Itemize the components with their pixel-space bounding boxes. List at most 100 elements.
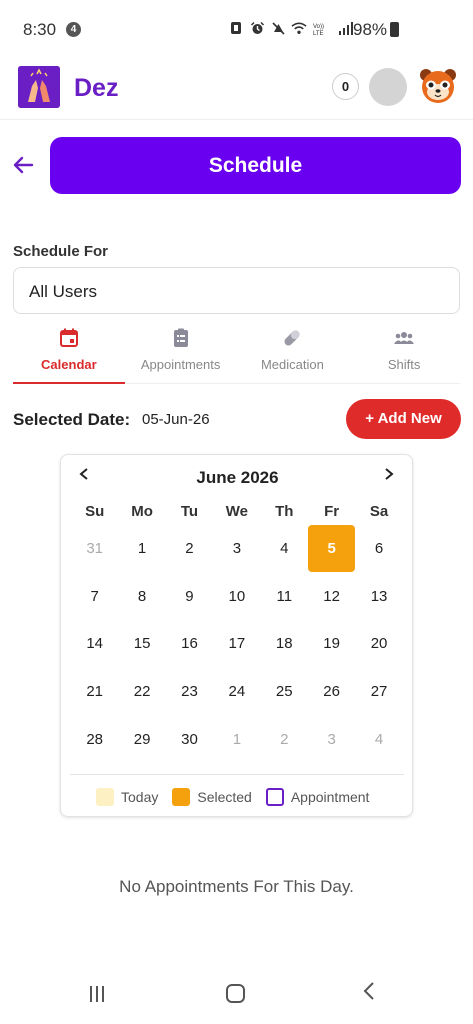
calendar-divider: [70, 774, 404, 775]
user-avatar[interactable]: [369, 68, 407, 106]
calendar-day[interactable]: 15: [118, 620, 165, 668]
calendar-day[interactable]: 22: [118, 668, 165, 716]
selected-date-label: Selected Date:: [13, 410, 131, 429]
calendar-day[interactable]: 21: [71, 668, 118, 716]
legend-label: Appointment: [290, 789, 370, 805]
tab-medication[interactable]: Medication: [237, 322, 349, 383]
calendar-day[interactable]: 16: [166, 620, 213, 668]
chevron-right-icon: [385, 468, 394, 480]
chevron-left-icon: [363, 982, 374, 1000]
calendar-day[interactable]: 20: [355, 620, 402, 668]
legend-item: Selected: [172, 788, 252, 806]
arrow-left-icon: [13, 156, 34, 174]
tab-label: Medication: [260, 357, 324, 372]
group-icon: [394, 332, 415, 344]
calendar-day[interactable]: 24: [213, 668, 260, 716]
weekday-label: We: [225, 503, 248, 520]
svg-text:LTE: LTE: [313, 31, 324, 36]
weekday-label: Tu: [180, 503, 199, 520]
notification-count-badge: 4: [66, 22, 81, 37]
tab-label: Appointments: [140, 357, 221, 372]
calendar-day[interactable]: 11: [261, 573, 308, 621]
calendar-day[interactable]: 1: [118, 525, 165, 573]
app-header: Dez 0: [0, 60, 473, 120]
calendar-day-selected[interactable]: 5: [308, 525, 356, 573]
empty-state-message: No Appointments For This Day.: [119, 877, 354, 896]
wifi-icon: [291, 20, 307, 36]
weekday-label: Su: [85, 503, 105, 520]
home-button[interactable]: [226, 984, 245, 1003]
calendar-day[interactable]: 19: [308, 620, 355, 668]
count-badge[interactable]: 0: [332, 73, 359, 100]
calendar-icon: [59, 328, 78, 347]
calendar-day[interactable]: 6: [355, 525, 402, 573]
calendar-day[interactable]: 3: [308, 715, 355, 763]
tab-appointments[interactable]: Appointments: [125, 322, 237, 383]
calendar-weekdays: Su Mo Tu We Th Fr Sa: [71, 503, 403, 520]
page-title: Schedule: [50, 137, 461, 194]
calendar-day[interactable]: 14: [71, 620, 118, 668]
next-month-button[interactable]: [383, 465, 395, 486]
calendar-day[interactable]: 25: [261, 668, 308, 716]
tab-calendar[interactable]: Calendar: [13, 322, 125, 384]
status-bar: 8:30 4 Vo)) LTE 98%: [0, 0, 473, 60]
calendar-day[interactable]: 7: [71, 573, 118, 621]
calendar-day[interactable]: 28: [71, 715, 118, 763]
battery-saver-icon: [228, 20, 244, 36]
schedule-for-select[interactable]: All Users: [13, 267, 460, 314]
legend-item: Today: [96, 788, 158, 806]
calendar-day[interactable]: 31: [71, 525, 118, 573]
tab-shifts[interactable]: Shifts: [348, 322, 460, 383]
calendar-day[interactable]: 9: [166, 573, 213, 621]
add-new-button[interactable]: + Add New: [346, 399, 461, 439]
calendar-month-title: June 2026: [196, 468, 279, 487]
alarm-icon: [249, 20, 265, 36]
tab-label: Calendar: [41, 357, 97, 372]
selected-day-marker: 5: [308, 525, 356, 573]
recent-apps-button[interactable]: [90, 986, 110, 1004]
back-button[interactable]: [10, 152, 36, 178]
system-back-button[interactable]: [362, 980, 376, 1009]
app-name: Dez: [74, 74, 119, 102]
calendar-day[interactable]: 4: [355, 715, 402, 763]
calendar-day[interactable]: 17: [213, 620, 260, 668]
legend-label: Selected: [197, 789, 252, 805]
pill-icon: [284, 330, 300, 346]
legend-swatch: [265, 788, 284, 806]
calendar-day[interactable]: 12: [308, 573, 355, 621]
battery-icon: [390, 22, 399, 37]
calendar-day[interactable]: 2: [261, 715, 308, 763]
system-nav-bar: [0, 970, 473, 1024]
weekday-label: Th: [275, 503, 294, 520]
calendar-day[interactable]: 4: [261, 525, 308, 573]
calendar-day[interactable]: 1: [213, 715, 260, 763]
legend-item: Appointment: [265, 788, 370, 806]
calendar-day[interactable]: 3: [213, 525, 260, 573]
calendar-day[interactable]: 27: [355, 668, 402, 716]
calendar-grid: 31 1 2 3 4 5 6 7 8 9 10 11 12 13 14 15 16 17 18 19 20 21 22 23 2…: [71, 525, 403, 763]
weekday-label: Sa: [369, 503, 389, 520]
schedule-for-label: Schedule For: [13, 243, 109, 260]
legend-swatch: [96, 788, 114, 806]
legend-swatch: [172, 788, 191, 806]
calendar-day[interactable]: 26: [308, 668, 355, 716]
status-time: 8:30: [23, 20, 57, 39]
calendar-day[interactable]: 18: [261, 620, 308, 668]
calendar-day[interactable]: 29: [118, 715, 165, 763]
legend-label: Today: [121, 789, 159, 805]
selected-date-value: 05-Jun-26: [142, 411, 210, 428]
calendar-day[interactable]: 13: [355, 573, 402, 621]
panda-avatar-icon[interactable]: [418, 66, 458, 106]
weekday-label: Fr: [324, 503, 340, 520]
svg-text:Vo)): Vo)): [313, 24, 324, 30]
calendar-day[interactable]: 8: [118, 573, 165, 621]
calendar-day[interactable]: 10: [213, 573, 260, 621]
mute-icon: [270, 20, 286, 36]
calendar-day[interactable]: 23: [166, 668, 213, 716]
weekday-label: Mo: [131, 503, 153, 520]
calendar-day[interactable]: 30: [166, 715, 213, 763]
calendar-day[interactable]: 2: [166, 525, 213, 573]
schedule-tabs: Calendar Appointments Medication Shifts: [13, 322, 460, 384]
app-logo[interactable]: [18, 66, 60, 108]
calendar-legend: Today Selected Appointment: [96, 788, 383, 806]
